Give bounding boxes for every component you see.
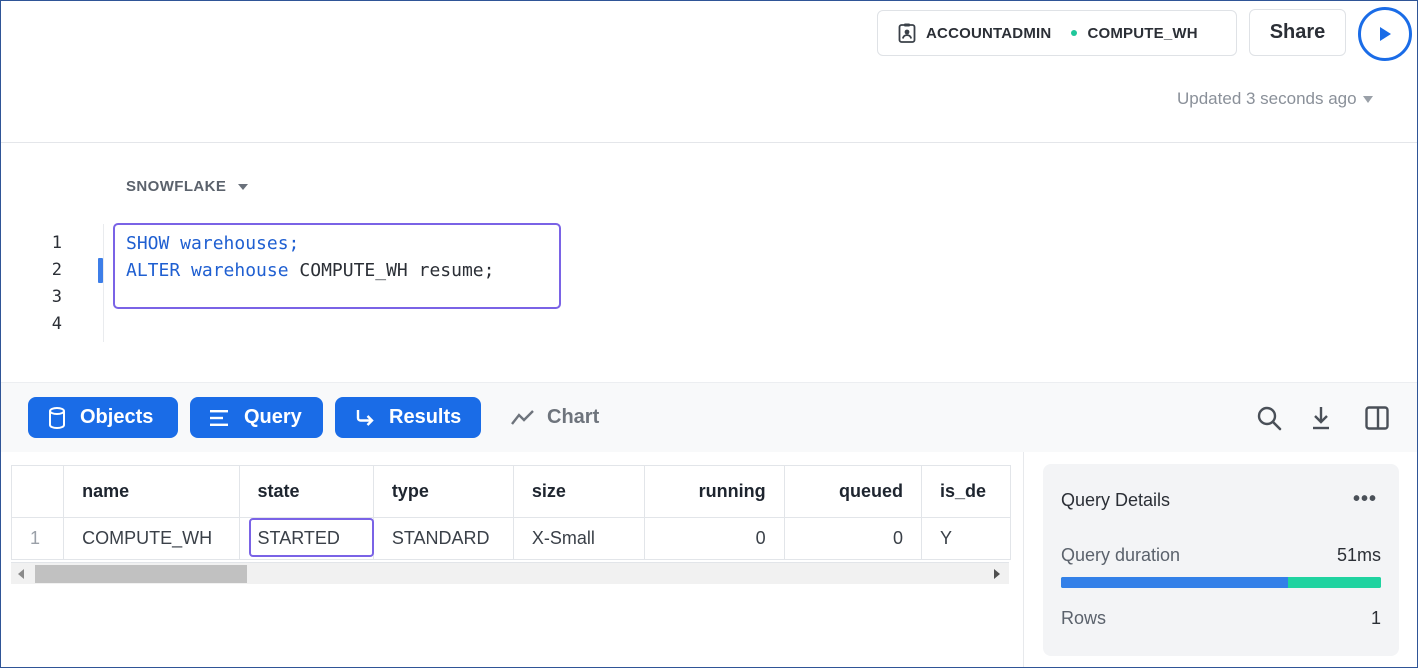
- table-cell[interactable]: STANDARD: [372, 517, 514, 560]
- chevron-down-icon: [238, 183, 249, 190]
- tab-query-label: Query: [244, 406, 302, 428]
- tab-objects[interactable]: Objects: [28, 397, 178, 438]
- table-cell[interactable]: 0: [783, 517, 923, 560]
- database-name: SNOWFLAKE: [126, 178, 227, 195]
- query-duration-bar: [1061, 577, 1381, 588]
- tab-objects-label: Objects: [80, 406, 154, 428]
- tab-results[interactable]: Results: [335, 397, 481, 438]
- user-badge-icon: [898, 23, 916, 43]
- column-header-index: [11, 465, 65, 518]
- scroll-left-icon[interactable]: [18, 569, 24, 579]
- rows-label: Rows: [1061, 608, 1107, 628]
- column-header[interactable]: state: [238, 465, 374, 518]
- gutter-divider: [103, 224, 104, 342]
- column-header[interactable]: is_de: [921, 465, 1011, 518]
- line-number: 1: [51, 233, 62, 253]
- code-annotation-box: [113, 223, 561, 309]
- line-number: 2: [51, 260, 62, 280]
- table-cell[interactable]: COMPUTE_WH: [63, 517, 240, 560]
- sql-editor[interactable]: SNOWFLAKE 1 2 3 4 SHOW warehouses; ALTER…: [1, 144, 1417, 382]
- return-arrow-icon: [356, 409, 374, 426]
- horizontal-scrollbar[interactable]: [11, 562, 1009, 584]
- scrollbar-thumb[interactable]: [35, 565, 247, 583]
- split-panel-icon: [1365, 406, 1389, 430]
- run-button[interactable]: [1358, 7, 1412, 61]
- duration-segment-execute: [1288, 577, 1381, 588]
- results-toolbar: Objects Query Results Chart: [1, 382, 1417, 452]
- column-header[interactable]: running: [644, 465, 785, 518]
- duration-segment-compile: [1061, 577, 1289, 588]
- table-row: 1 COMPUTE_WH STARTED STANDARD X-Small 0 …: [11, 517, 1011, 560]
- play-icon: [1380, 27, 1391, 41]
- search-button[interactable]: [1256, 405, 1282, 431]
- role-warehouse-selector[interactable]: ACCOUNTADMIN COMPUTE_WH: [877, 10, 1237, 56]
- updated-text: Updated 3 seconds ago: [1177, 89, 1357, 108]
- worksheet-window: ACCOUNTADMIN COMPUTE_WH Share Updated 3 …: [0, 0, 1418, 668]
- download-icon: [1313, 407, 1329, 430]
- query-details-panel: Query Details ••• Query duration 51ms Ro…: [1043, 464, 1399, 656]
- line-number-gutter: 1 2 3 4: [1, 230, 105, 338]
- column-header[interactable]: queued: [783, 465, 923, 518]
- role-name: ACCOUNTADMIN: [926, 24, 1052, 42]
- table-cell[interactable]: 0: [644, 517, 785, 560]
- cell-annotation-box: [249, 518, 374, 557]
- database-icon: [49, 406, 65, 429]
- scroll-right-icon[interactable]: [994, 569, 1000, 579]
- active-line-marker: [98, 258, 103, 283]
- split-view-button[interactable]: [1364, 405, 1390, 431]
- query-duration-value: 51ms: [1336, 545, 1381, 565]
- results-table: name state type size running queued is_d…: [11, 465, 1011, 560]
- tab-chart-label: Chart: [547, 406, 600, 428]
- line-chart-icon: [511, 409, 534, 425]
- share-button[interactable]: Share: [1249, 9, 1346, 56]
- table-cell[interactable]: X-Small: [512, 517, 646, 560]
- tab-query[interactable]: Query: [190, 397, 323, 438]
- column-header[interactable]: size: [512, 465, 646, 518]
- tab-results-label: Results: [389, 406, 462, 428]
- more-options-icon[interactable]: •••: [1353, 488, 1377, 511]
- tab-chart[interactable]: Chart: [511, 397, 599, 438]
- search-icon: [1257, 406, 1282, 431]
- updated-status[interactable]: Updated 3 seconds ago: [1177, 89, 1373, 109]
- column-header[interactable]: type: [372, 465, 514, 518]
- table-cell[interactable]: Y: [921, 517, 1011, 560]
- column-header[interactable]: name: [63, 465, 240, 518]
- warehouse-status-dot-icon: [1071, 30, 1078, 36]
- results-area: name state type size running queued is_d…: [1, 452, 1417, 667]
- chevron-down-icon: [1362, 95, 1373, 103]
- line-number: 3: [51, 287, 62, 307]
- lines-icon: [210, 409, 228, 426]
- worksheet-header: ACCOUNTADMIN COMPUTE_WH Share Updated 3 …: [1, 1, 1417, 143]
- table-header-row: name state type size running queued is_d…: [11, 465, 1011, 518]
- line-number: 4: [51, 314, 62, 334]
- panel-divider[interactable]: [1023, 452, 1024, 667]
- row-number: 1: [11, 517, 65, 560]
- database-selector[interactable]: SNOWFLAKE: [126, 178, 249, 195]
- download-button[interactable]: [1308, 405, 1334, 431]
- query-details-title: Query Details: [1061, 490, 1171, 510]
- rows-value: 1: [1370, 608, 1381, 628]
- warehouse-name: COMPUTE_WH: [1087, 24, 1198, 42]
- query-duration-label: Query duration: [1061, 545, 1181, 565]
